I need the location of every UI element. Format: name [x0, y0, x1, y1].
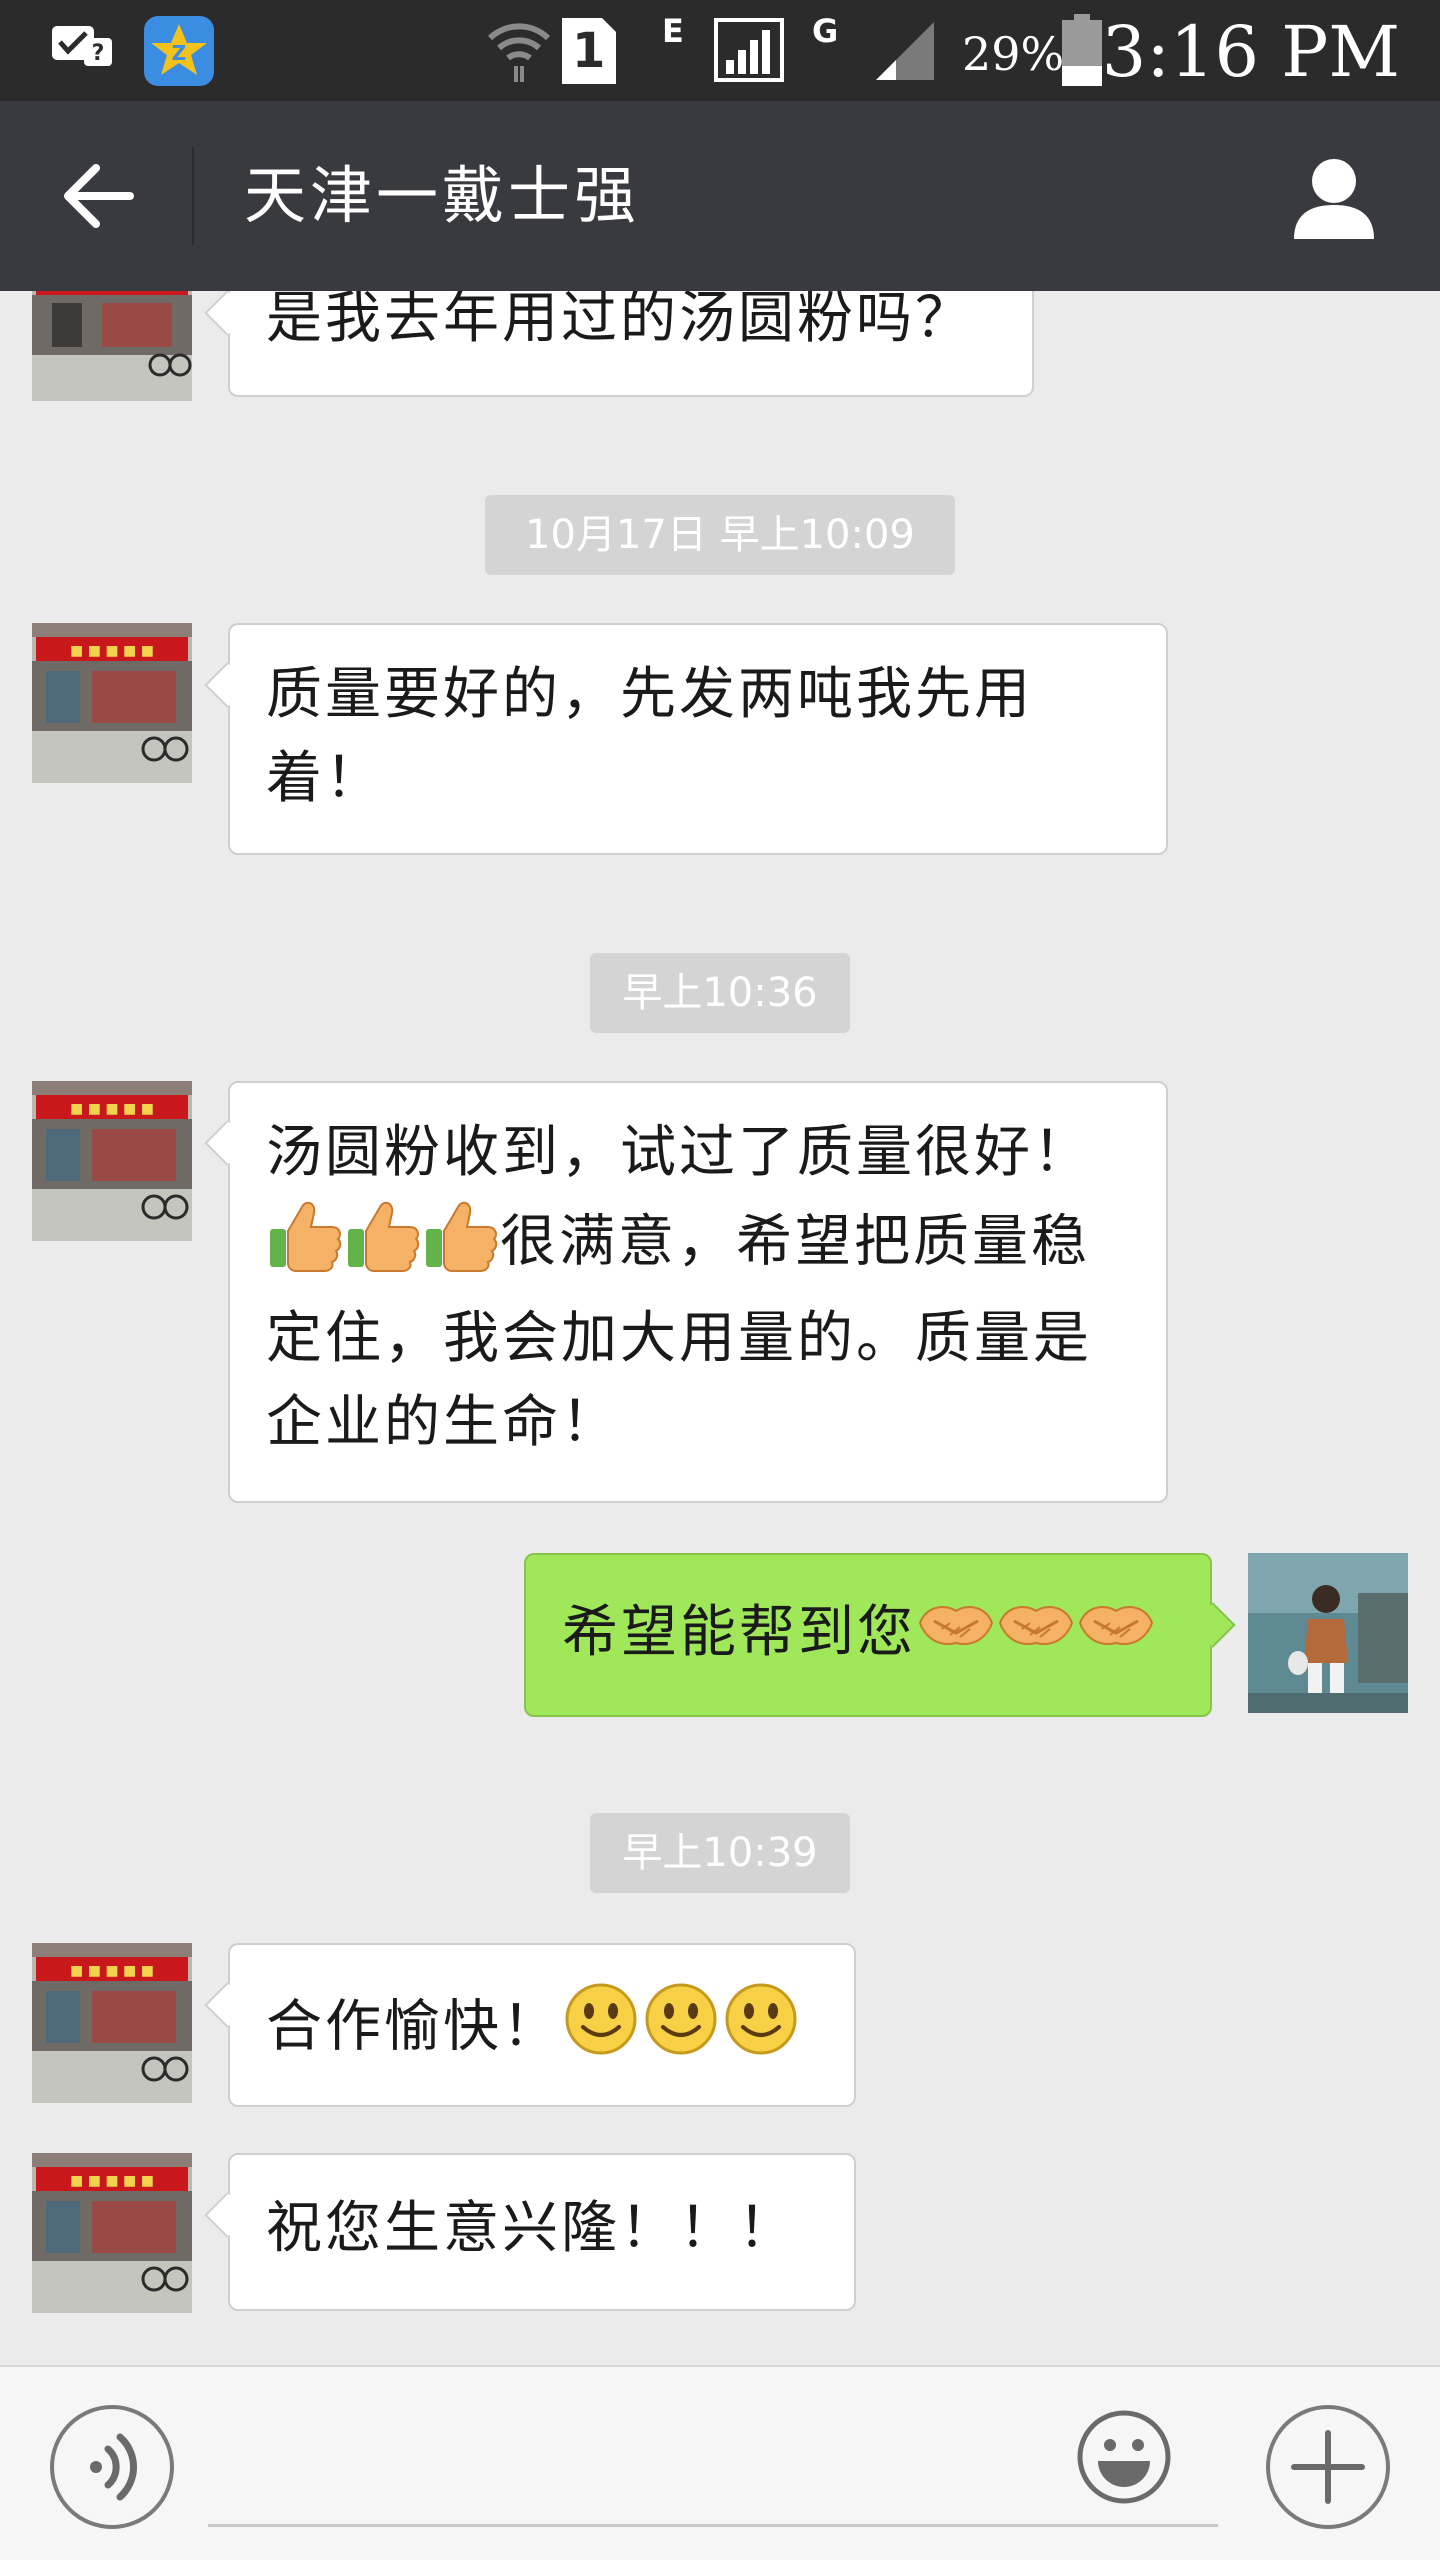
- contact-avatar[interactable]: ■ ■ ■ ■ ■: [32, 1081, 192, 1241]
- message-text: 希望能帮到您: [562, 1600, 916, 1665]
- message-text: 是我去年用过的汤圆粉吗？: [266, 291, 974, 351]
- emoji-button[interactable]: [1074, 2407, 1174, 2507]
- message-text: 合作愉快！: [266, 1994, 561, 2060]
- voice-icon: [90, 2433, 137, 2501]
- thumbs-up-emoji-icon: [344, 1195, 422, 1297]
- battery-percent: 29%: [962, 27, 1065, 81]
- message-text: 很满意，希望把质量稳: [500, 1209, 1090, 1275]
- back-button[interactable]: [48, 146, 148, 246]
- app-notification-icon: Z: [144, 16, 214, 86]
- smiley-emoji-icon: [561, 1979, 641, 2083]
- svg-text:■ ■ ■ ■ ■: ■ ■ ■ ■ ■: [70, 643, 154, 659]
- smiley-emoji-icon: [721, 1979, 801, 2083]
- my-avatar[interactable]: [1248, 1553, 1408, 1713]
- message-notification-icon: ?: [50, 24, 116, 80]
- svg-text:?: ?: [92, 41, 105, 66]
- chat-title: 天津一戴士强: [244, 159, 641, 232]
- message-text-line: 很满意，希望把质量稳: [266, 1195, 1130, 1297]
- title-divider: [192, 147, 194, 245]
- contact-avatar[interactable]: [32, 291, 192, 401]
- message-timestamp: 早上10:36: [590, 953, 850, 1033]
- message-bubble[interactable]: 合作愉快！: [228, 1943, 856, 2107]
- svg-text:■ ■ ■ ■ ■: ■ ■ ■ ■ ■: [70, 2173, 154, 2189]
- message-text-line: 定住，我会加大用量的。质量是: [266, 1306, 1092, 1371]
- message-timestamp: 早上10:39: [590, 1813, 850, 1893]
- svg-text:■ ■ ■ ■ ■: ■ ■ ■ ■ ■: [70, 1963, 154, 1979]
- message-timestamp: 10月17日 早上10:09: [485, 495, 955, 575]
- handshake-emoji-icon: [1076, 1593, 1156, 1681]
- wifi-icon: [486, 14, 552, 84]
- message-text-line: 企业的生命！: [266, 1390, 620, 1455]
- message-bubble[interactable]: 汤圆粉收到，试过了质量很好！ 很满意，希望把质量稳 定住，我会加大用量的。质量是…: [228, 1081, 1168, 1503]
- emoji-face-icon: [1077, 2410, 1171, 2504]
- signal-icon-2: [872, 18, 938, 82]
- sim-slot-icon: 1: [562, 18, 616, 84]
- contact-avatar[interactable]: ■ ■ ■ ■ ■: [32, 623, 192, 783]
- signal-icon-1: [714, 18, 784, 82]
- message-text-line: 汤圆粉收到，试过了质量很好！: [266, 1120, 1092, 1185]
- svg-text:Z: Z: [172, 41, 187, 65]
- chat-messages[interactable]: 是我去年用过的汤圆粉吗？ 10月17日 早上10:09 ■ ■ ■ ■ ■ 质量…: [0, 291, 1440, 2365]
- back-arrow-icon: [64, 164, 134, 228]
- status-bar: ? Z 1 E G 29% 3:16 PM: [0, 0, 1440, 101]
- more-functions-button[interactable]: [1266, 2405, 1390, 2529]
- message-text-line: 着！: [266, 746, 384, 811]
- thumbs-up-emoji-icon: [422, 1195, 500, 1297]
- thumbs-up-emoji-icon: [266, 1195, 344, 1297]
- contact-avatar[interactable]: ■ ■ ■ ■ ■: [32, 1943, 192, 2103]
- message-bubble[interactable]: 祝您生意兴隆！！！: [228, 2153, 856, 2311]
- svg-text:■ ■ ■ ■ ■: ■ ■ ■ ■ ■: [70, 1101, 154, 1117]
- message-bubble[interactable]: 是我去年用过的汤圆粉吗？: [228, 291, 1034, 397]
- input-bar: [0, 2365, 1440, 2560]
- message-text-line: 质量要好的，先发两吨我先用: [266, 662, 1033, 727]
- network-type-g: G: [812, 12, 839, 50]
- voice-input-button[interactable]: [50, 2405, 174, 2529]
- handshake-emoji-icon: [996, 1593, 1076, 1681]
- status-time: 3:16 PM: [1101, 11, 1400, 93]
- message-text: 祝您生意兴隆！！！: [266, 2196, 797, 2261]
- plus-icon: [1291, 2430, 1365, 2504]
- message-bubble[interactable]: 质量要好的，先发两吨我先用 着！: [228, 623, 1168, 855]
- chat-info-button[interactable]: [1288, 151, 1380, 243]
- message-input[interactable]: [208, 2427, 1218, 2527]
- chat-header: 天津一戴士强: [0, 101, 1440, 291]
- contact-avatar[interactable]: ■ ■ ■ ■ ■: [32, 2153, 192, 2313]
- sim-slot-number: 1: [572, 23, 606, 79]
- battery-icon: [1062, 14, 1102, 86]
- handshake-emoji-icon: [916, 1593, 996, 1681]
- network-type-e: E: [662, 12, 684, 50]
- person-icon: [1294, 159, 1374, 239]
- message-bubble-outgoing[interactable]: 希望能帮到您: [524, 1553, 1212, 1717]
- smiley-emoji-icon: [641, 1979, 721, 2083]
